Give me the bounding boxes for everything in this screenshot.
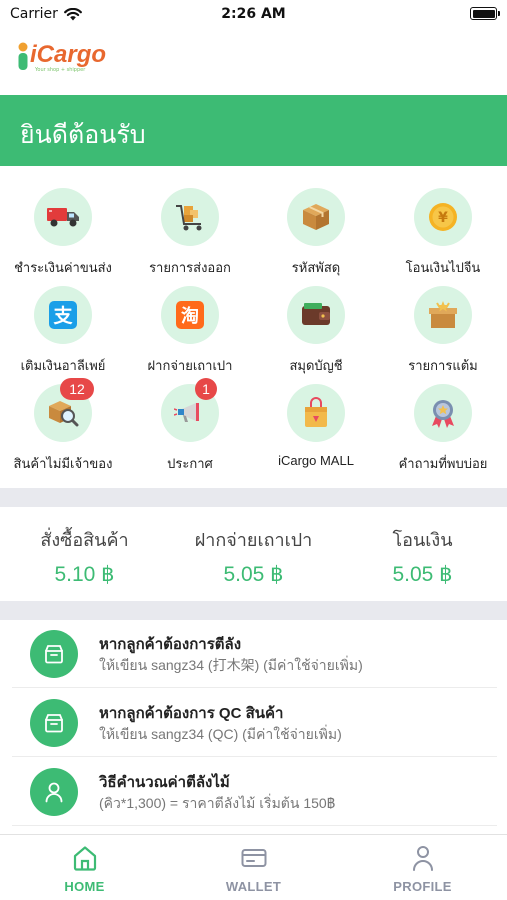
menu-item-export-list[interactable]: รายการส่งออก (127, 178, 253, 276)
rate-value: 5.05 ฿ (223, 563, 284, 586)
tab-label: WALLET (225, 879, 282, 894)
menu-label: เติมเงินอาลีเพย์ (20, 358, 106, 373)
info-item-crate-cost[interactable]: วิธีคำนวณค่าตีลังไม้ (คิว*1,300) = ราคาต… (12, 758, 497, 826)
status-bar: Carrier 2:26 AM (0, 0, 507, 30)
battery-icon (470, 7, 500, 20)
menu-item-faq[interactable]: คำถามที่พบบ่อย (380, 374, 506, 472)
menu-item-unclaimed-goods[interactable]: 12 สินค้าไม่มีเจ้าของ (0, 374, 126, 472)
rate-value: 5.10 ฿ (54, 563, 115, 586)
rate-purchase: สั่งซื้อสินค้า 5.10 ฿ (0, 525, 169, 587)
menu-item-alipay-topup[interactable]: 支 เติมเงินอาลีเพย์ (0, 276, 126, 374)
tab-profile[interactable]: PROFILE (338, 843, 507, 894)
menu-item-points-list[interactable]: รายการแต้ม (380, 276, 506, 374)
menu-label: คำถามที่พบบ่อย (398, 456, 488, 471)
menu-item-account-book[interactable]: สมุดบัญชี (253, 276, 379, 374)
bottom-tab-bar: HOME WALLET PROFILE (0, 834, 507, 900)
menu-item-announcements[interactable]: 1 ประกาศ (127, 374, 253, 472)
welcome-banner: ยินดีต้อนรับ (0, 95, 507, 166)
taobao-icon: 淘 (161, 286, 219, 344)
menu-item-parcel-code[interactable]: รหัสพัสดุ (253, 178, 379, 276)
unclaimed-count-badge: 12 (60, 378, 94, 400)
wallet-icon (287, 286, 345, 344)
person-outline-icon (30, 768, 78, 816)
box-search-icon: 12 (34, 378, 94, 442)
logo-text: iCargo (30, 41, 107, 68)
svg-text:淘: 淘 (181, 305, 199, 327)
menu-item-icargo-mall[interactable]: iCargo MALL (253, 374, 379, 472)
menu-label: ฝากจ่ายเถาเปา (147, 358, 233, 373)
rate-value: 5.05 ฿ (392, 563, 453, 586)
rate-label: โอนเงิน (392, 530, 453, 550)
welcome-title: ยินดีต้อนรับ (20, 121, 146, 149)
info-subtitle: ให้เขียน sangz34 (打木架) (มีค่าใช้จ่ายเพิ่… (99, 657, 363, 673)
svg-text:¥: ¥ (438, 210, 448, 226)
info-item-crating[interactable]: หากลูกค้าต้องการตีลัง ให้เขียน sangz34 (… (12, 620, 497, 688)
menu-label: ชำระเงินค่าขนส่ง (14, 260, 112, 275)
megaphone-icon: 1 (161, 378, 219, 442)
home-icon (0, 843, 169, 873)
info-item-qc[interactable]: หากลูกค้าต้องการ QC สินค้า ให้เขียน sang… (12, 689, 497, 757)
menu-label: รหัสพัสดุ (291, 260, 341, 275)
info-title: วิธีคำนวณค่าตีลังไม้ (99, 774, 230, 791)
info-subtitle: ให้เขียน sangz34 (QC) (มีค่าใช้จ่ายเพิ่ม… (99, 726, 342, 742)
parcel-box-icon (287, 188, 345, 246)
menu-label: สินค้าไม่มีเจ้าของ (13, 456, 113, 471)
menu-label: iCargo MALL (278, 453, 354, 468)
clock: 2:26 AM (221, 6, 286, 22)
menu-label: โอนเงินไปจีน (405, 260, 481, 275)
svg-text:支: 支 (52, 305, 73, 327)
menu-item-taobao-pay[interactable]: 淘 ฝากจ่ายเถาเปา (127, 276, 253, 374)
menu-label: รายการส่งออก (149, 260, 231, 275)
app-logo: iCargo Your shop + shipper (14, 41, 107, 73)
box-outline-icon (30, 699, 78, 747)
section-divider (0, 488, 507, 507)
tab-label: HOME (64, 879, 105, 894)
section-divider (0, 601, 507, 620)
profile-icon (338, 843, 507, 873)
rate-label: สั่งซื้อสินค้า (40, 530, 129, 550)
rate-taobao: ฝากจ่ายเถาเปา 5.05 ฿ (169, 525, 338, 587)
truck-icon (34, 188, 92, 246)
menu-label: รายการแต้ม (408, 358, 478, 373)
menu-label: ประกาศ (167, 456, 213, 471)
exchange-rates: สั่งซื้อสินค้า 5.10 ฿ ฝากจ่ายเถาเปา 5.05… (0, 509, 507, 601)
info-title: หากลูกค้าต้องการ QC สินค้า (99, 705, 284, 722)
menu-item-transfer-china[interactable]: ¥ โอนเงินไปจีน (380, 178, 506, 276)
rate-label: ฝากจ่ายเถาเปา (194, 530, 313, 550)
gift-icon (414, 286, 472, 344)
alipay-icon: 支 (34, 286, 92, 344)
info-subtitle: (คิว*1,300) = ราคาตีลังไม้ เริ่มต้น 150฿ (99, 795, 336, 811)
medal-icon (414, 384, 472, 442)
cart-icon (161, 188, 219, 246)
box-outline-icon (30, 630, 78, 678)
tab-home[interactable]: HOME (0, 843, 169, 894)
menu-item-shipping-payment[interactable]: ชำระเงินค่าขนส่ง (0, 178, 126, 276)
logo-tagline: Your shop + shipper (35, 67, 86, 73)
yuan-coin-icon: ¥ (414, 188, 472, 246)
announcement-count-badge: 1 (195, 378, 217, 400)
tab-wallet[interactable]: WALLET (169, 843, 338, 894)
menu-grid: ชำระเงินค่าขนส่ง รายการส่งออก รหัสพัสดุ (0, 178, 507, 478)
shopping-bag-icon (287, 384, 345, 442)
rate-transfer: โอนเงิน 5.05 ฿ (338, 525, 507, 587)
menu-label: สมุดบัญชี (289, 358, 343, 373)
tab-label: PROFILE (393, 879, 452, 894)
wallet-card-icon (169, 843, 338, 873)
info-title: หากลูกค้าต้องการตีลัง (99, 636, 242, 653)
